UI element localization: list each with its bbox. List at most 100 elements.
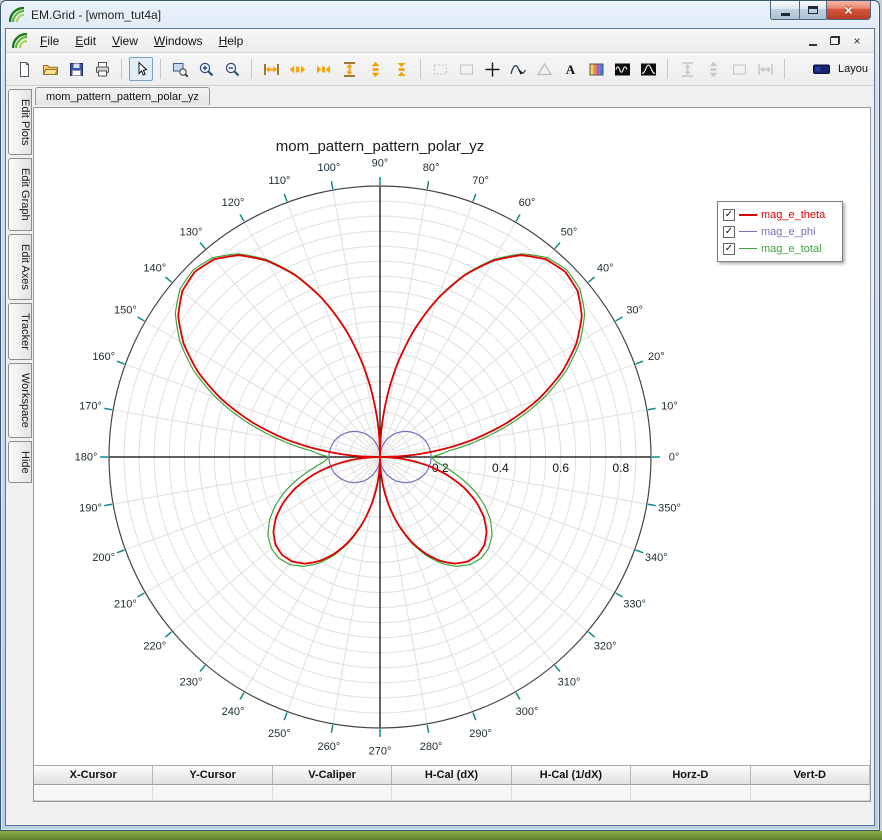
document-area: mom_pattern_pattern_polar_yz 0° 10° 20° 30°…: [33, 86, 871, 825]
crosshair-button[interactable]: [480, 57, 504, 81]
minimize-button[interactable]: [770, 1, 799, 20]
toolbar: A Layou: [6, 53, 874, 86]
menu-file[interactable]: File: [32, 31, 67, 51]
svg-text:250°: 250°: [268, 728, 291, 740]
save-button[interactable]: [64, 57, 88, 81]
side-tab-edit-graph[interactable]: Edit Graph: [8, 158, 32, 232]
window-title: EM.Grid - [wmom_tut4a]: [31, 7, 162, 22]
curve-tracker-button[interactable]: [506, 57, 530, 81]
mdi-minimize-button[interactable]: [802, 32, 824, 50]
legend: ✓ mag_e_theta ✓ mag_e_phi ✓ mag_e_total: [717, 201, 843, 262]
mdi-minimize-icon: [809, 43, 817, 46]
text-annotation-button[interactable]: A: [558, 57, 582, 81]
legend-label-mag_e_total: mag_e_total: [761, 242, 822, 255]
marker-button: [532, 57, 556, 81]
legend-row-mag_e_total: ✓ mag_e_total: [723, 240, 837, 257]
cursor-table-cell: [750, 785, 870, 801]
svg-text:270°: 270°: [369, 746, 392, 758]
window-controls: ×: [770, 1, 871, 20]
cursor-table-header: H-Cal (1/dX): [511, 765, 632, 785]
app-icon: [8, 6, 25, 23]
mdi-restore-button[interactable]: [824, 32, 846, 50]
svg-text:350°: 350°: [658, 503, 681, 515]
svg-text:A: A: [565, 62, 575, 77]
legend-swatch-mag_e_phi: [739, 231, 757, 232]
zoom-in-icon: [199, 62, 213, 76]
legend-checkbox-mag_e_total[interactable]: ✓: [723, 242, 735, 255]
side-tab-edit-plots[interactable]: Edit Plots: [8, 89, 32, 156]
side-tab-tracker[interactable]: Tracker: [8, 302, 32, 360]
side-tab-edit-axes[interactable]: Edit Axes: [8, 234, 32, 300]
select-region-button: [454, 57, 478, 81]
svg-text:0.8: 0.8: [613, 461, 630, 475]
svg-text:10°: 10°: [661, 400, 678, 412]
print-button[interactable]: [90, 57, 114, 81]
fit-width-button[interactable]: [259, 57, 283, 81]
pointer-tool-button[interactable]: [129, 57, 153, 81]
mdi-close-button[interactable]: ×: [846, 32, 868, 50]
expand-y-button[interactable]: [363, 57, 387, 81]
svg-text:0°: 0°: [669, 452, 680, 464]
legend-row-mag_e_theta: ✓ mag_e_theta: [723, 206, 837, 223]
toolbar-separator: [667, 59, 668, 79]
collapse-y-button[interactable]: [389, 57, 413, 81]
new-document-button[interactable]: [12, 57, 36, 81]
text-label-icon: A: [565, 62, 575, 77]
open-button[interactable]: [38, 57, 62, 81]
curve-tracker-icon: [509, 64, 526, 75]
side-tab-workspace[interactable]: Workspace: [8, 362, 32, 438]
legend-swatch-mag_e_total: [739, 248, 757, 249]
plot-panel: 0° 10° 20° 30° 40° 50° 60° 70° 80° 90° 100° 110° 120…: [33, 107, 871, 802]
cursor-table-header: H-Cal (dX): [392, 765, 512, 785]
waveform-1-icon: [614, 63, 630, 75]
zoom-box-button: [428, 57, 452, 81]
maximize-button[interactable]: [799, 1, 826, 20]
collapse-horizontal-icon: [316, 65, 330, 73]
legend-checkbox-mag_e_theta[interactable]: ✓: [723, 208, 735, 221]
document-tab[interactable]: mom_pattern_pattern_polar_yz: [35, 87, 210, 105]
side-tab-hide[interactable]: Hide: [8, 440, 32, 484]
colormap-button[interactable]: [584, 57, 608, 81]
layout-icon: [812, 64, 830, 74]
toolbar-separator: [251, 59, 252, 79]
expand-x-button[interactable]: [285, 57, 309, 81]
scale-vertical-button: [701, 57, 725, 81]
dashed-rectangle-icon: [433, 64, 447, 74]
document-icon: [11, 32, 28, 49]
workspace: Edit Plots Edit Graph Edit Axes Tracker Work…: [6, 86, 874, 825]
menu-edit[interactable]: Edit: [67, 31, 104, 51]
menu-help[interactable]: Help: [211, 31, 252, 51]
svg-text:0.4: 0.4: [492, 461, 509, 475]
new-document-icon: [19, 61, 29, 77]
zoom-window-button[interactable]: [168, 57, 192, 81]
collapse-x-button[interactable]: [311, 57, 335, 81]
cursor-table-header: Horz-D: [631, 765, 751, 785]
legend-checkbox-mag_e_phi[interactable]: ✓: [723, 225, 735, 238]
layout-button[interactable]: [809, 57, 833, 81]
close-button[interactable]: ×: [826, 1, 871, 20]
waveform-time-button[interactable]: [610, 57, 634, 81]
menu-view[interactable]: View: [104, 31, 146, 51]
zoom-out-button[interactable]: [220, 57, 244, 81]
fit-height-icon: [343, 61, 355, 77]
svg-text:330°: 330°: [623, 599, 646, 611]
zoom-in-button[interactable]: [194, 57, 218, 81]
document-tab-strip: mom_pattern_pattern_polar_yz: [33, 86, 871, 107]
svg-text:90°: 90°: [372, 158, 389, 170]
open-folder-icon: [42, 64, 58, 75]
fit-height-button[interactable]: [337, 57, 361, 81]
waveform-pulse-button[interactable]: [636, 57, 660, 81]
fit-plot-vertical-button: [675, 57, 699, 81]
toolbar-separator: [784, 59, 785, 79]
toolbar-separator: [160, 59, 161, 79]
menu-windows[interactable]: Windows: [146, 31, 211, 51]
menu-bar: File Edit View Windows Help ×: [6, 29, 874, 53]
cursor-table-cell: [511, 785, 632, 801]
rectangle-icon: [732, 64, 746, 74]
cursor-table-cell: [272, 785, 393, 801]
cursor-table: X-Cursor Y-Cursor V-Caliper H-Cal (dX) H-Cal…: [34, 765, 870, 801]
legend-label-mag_e_theta: mag_e_theta: [761, 208, 826, 221]
crosshair-icon: [485, 62, 499, 76]
cursor-table-cell: [153, 785, 273, 801]
title-bar[interactable]: EM.Grid - [wmom_tut4a] ×: [1, 1, 879, 28]
